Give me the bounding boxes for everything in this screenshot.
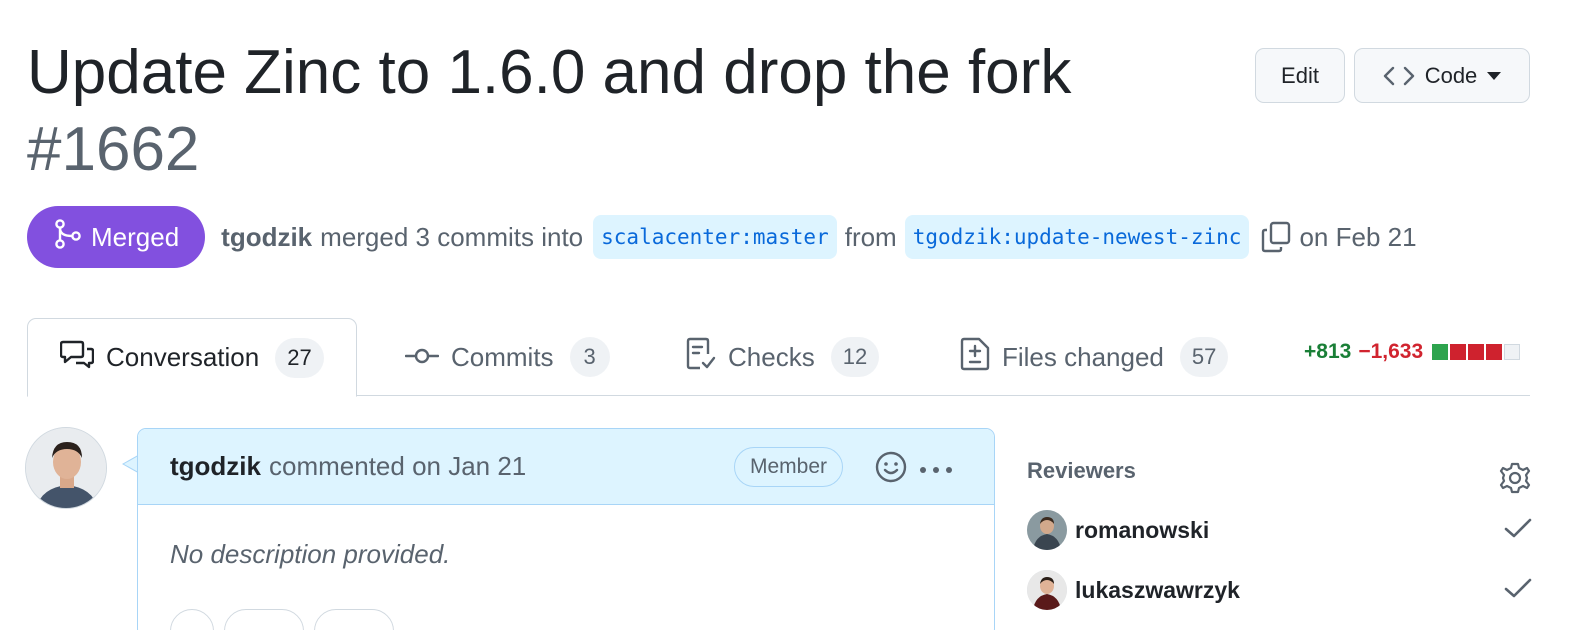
gear-icon[interactable] [1499,462,1531,499]
additions-count: +813 [1304,340,1352,363]
state-badge: Merged [27,206,206,268]
tab-conversation[interactable]: Conversation 27 [27,318,357,397]
comment-box: tgodzik commented on Jan 21 Member No de… [137,428,995,630]
avatar[interactable] [25,427,107,509]
reviewer-name: lukaszwawrzyk [1075,576,1240,603]
merge-action-text: merged 3 commits into [320,221,584,252]
code-button-label: Code [1424,62,1478,88]
check-icon [1503,516,1533,545]
diffstat-block [1486,344,1503,360]
copy-icon[interactable] [1261,221,1291,253]
deletions-count: −1,633 [1358,340,1424,363]
reviewer-item[interactable]: romanowski [1027,510,1209,550]
diffstat-blocks [1432,344,1521,360]
tab-files-changed[interactable]: Files changed 57 [928,318,1260,396]
git-commit-icon [404,342,440,373]
reviewers-heading: Reviewers [1027,458,1136,483]
diffstat: +813 −1,633 [1304,340,1521,364]
git-merge-icon [55,218,81,256]
reviewer-avatar [1027,570,1067,610]
comment-body: No description provided. [170,539,451,569]
pr-meta: Merged tgodzik merged 3 commits into sca… [27,206,1417,268]
reaction-button[interactable] [314,609,394,630]
reviewer-item[interactable]: lukaszwawrzyk [1027,570,1240,610]
reaction-button[interactable] [224,609,304,630]
check-icon [1503,576,1533,605]
kebab-horizontal-icon[interactable] [918,456,954,487]
comment-timestamp[interactable]: commented on Jan 21 [269,451,526,482]
smiley-icon[interactable] [874,450,908,491]
tab-files-label: Files changed [1002,341,1164,372]
file-diff-icon [960,337,990,378]
checklist-icon [686,337,716,378]
edit-button-label: Edit [1281,62,1319,88]
head-branch[interactable]: tgodzik:update-newest-zinc [904,215,1250,259]
diffstat-block [1468,344,1485,360]
tab-conversation-count: 27 [275,337,324,378]
code-icon [1383,65,1415,87]
tab-commits-count: 3 [569,337,610,377]
pr-title-text: Update Zinc to 1.6.0 and drop the fork [27,38,1072,107]
pr-author-link[interactable]: tgodzik [221,222,312,253]
reviewer-name: romanowski [1075,516,1210,543]
edit-button[interactable]: Edit [1255,48,1345,103]
pr-title: Update Zinc to 1.6.0 and drop the fork #… [27,34,1167,188]
diffstat-block [1504,344,1521,360]
caret-down-icon [1487,71,1502,80]
from-text: from [844,221,897,252]
tab-checks[interactable]: Checks 12 [654,318,911,396]
tab-files-count: 57 [1179,337,1229,377]
tab-commits[interactable]: Commits 3 [373,318,642,396]
tab-conversation-label: Conversation [106,342,260,372]
comment-author-link[interactable]: tgodzik [170,451,261,482]
pr-number: #1662 [27,115,200,184]
comment-header: tgodzik commented on Jan 21 Member [138,429,994,505]
state-label: Merged [91,221,180,252]
comment-discussion-icon [59,339,95,376]
diffstat-block [1450,344,1467,360]
reactions-bar [170,609,394,630]
sidebar-reviewers: Reviewers romanowski lukaszwawrzyk [1027,458,1532,610]
tab-checks-label: Checks [728,341,815,372]
base-branch[interactable]: scalacenter:master [593,215,837,259]
tab-checks-count: 12 [830,337,880,377]
merge-date: on Feb 21 [1299,221,1417,252]
reviewer-avatar [1027,510,1067,550]
diffstat-block [1432,344,1449,360]
add-reaction-button[interactable] [170,609,214,630]
tab-commits-label: Commits [451,341,554,372]
member-badge: Member [734,447,844,487]
code-button[interactable]: Code [1354,48,1530,103]
